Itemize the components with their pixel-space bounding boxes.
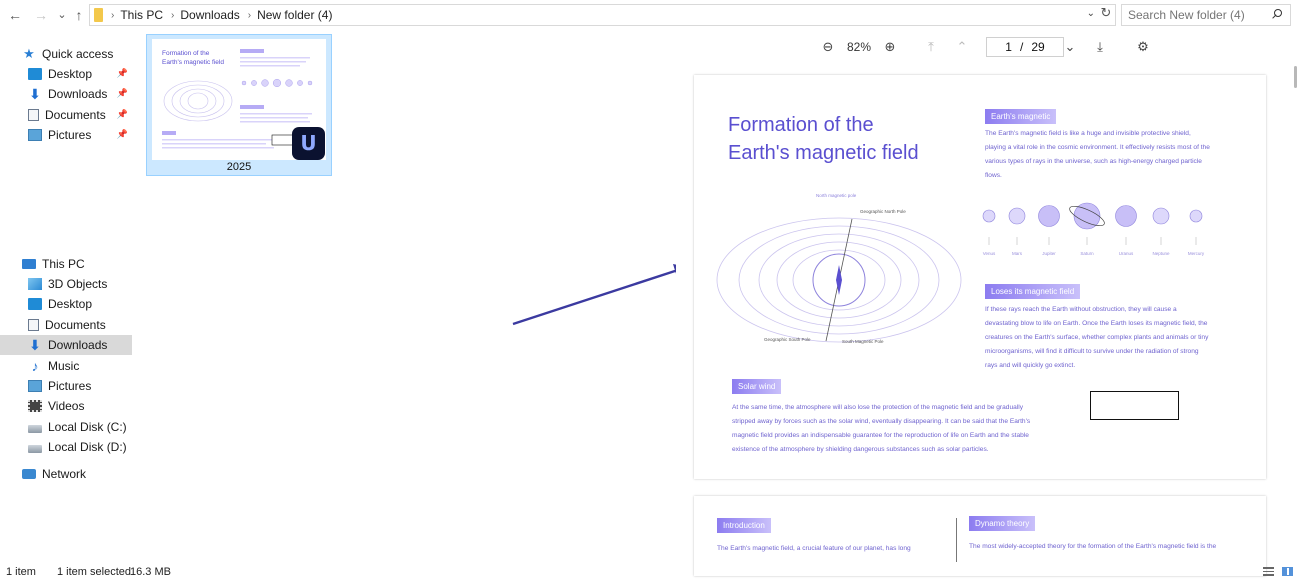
label-geo-south: Geographic South Pole <box>764 337 811 342</box>
label-south-magnetic: South Magnetic Pole <box>842 339 884 344</box>
empty-rectangle-annotation[interactable] <box>1090 391 1179 420</box>
planet-neptune-icon <box>1152 207 1170 225</box>
preview-scrollbar[interactable] <box>1290 64 1298 558</box>
zoom-out-button[interactable]: ⊖ <box>819 38 837 56</box>
current-page[interactable]: 1 <box>1005 40 1012 54</box>
label-geo-north: Geographic North Pole <box>860 209 906 214</box>
first-page-icon: ⤒ <box>928 39 934 54</box>
large-icons-view-icon[interactable] <box>1282 567 1293 576</box>
planet-label-neptune: Neptune <box>1152 251 1170 256</box>
para-earths-magnetic: The Earth's magnetic field is like a hug… <box>985 130 1210 179</box>
last-page-button[interactable]: ⤓ <box>1091 38 1109 56</box>
page-number-box[interactable]: 1 / 29 <box>986 37 1064 57</box>
settings-icon: ⚙ <box>1137 39 1149 54</box>
pdf-title-line1: Formation of the <box>728 114 874 136</box>
chevron-up-icon: ⌃ <box>956 39 968 54</box>
chevron-down-icon: ⌄ <box>1064 39 1076 54</box>
planet-mars-icon <box>1008 207 1026 225</box>
tag-introduction: Introduction <box>717 518 771 533</box>
tag-earths-magnetic: Earth's magnetic <box>985 109 1057 124</box>
planet-label-venus: Venus <box>983 251 996 256</box>
next-page-button[interactable]: ⌄ <box>1061 38 1079 56</box>
last-page-icon: ⤓ <box>1097 39 1103 54</box>
page-separator: / <box>1019 40 1024 54</box>
preview-settings-button[interactable]: ⚙ <box>1134 38 1152 56</box>
tag-loses-magnetic-field: Loses its magnetic field <box>985 284 1081 299</box>
planet-label-mars: Mars <box>1012 251 1023 256</box>
planet-label-saturn: Saturn <box>1080 251 1094 256</box>
details-view-icon[interactable] <box>1263 567 1274 576</box>
planet-jupiter-icon <box>1038 205 1060 227</box>
planet-uranus-icon <box>1115 205 1137 227</box>
pdf-title-line2: Earth's magnetic field <box>728 142 919 164</box>
tag-solar-wind: Solar wind <box>732 379 782 394</box>
preview-scrollbar-thumb[interactable] <box>1294 66 1297 88</box>
status-selection: 1 item selected <box>57 566 131 578</box>
planet-label-uranus: Uranus <box>1119 251 1134 256</box>
para-solar-wind: At the same time, the atmosphere will al… <box>732 404 1031 453</box>
para-dynamo-theory: The most widely-accepted theory for the … <box>969 543 1217 550</box>
status-size: 16.3 MB <box>130 566 171 578</box>
para-introduction: The Earth's magnetic field, a crucial fe… <box>717 545 911 552</box>
status-bar: 1 item 1 item selected 16.3 MB <box>0 563 1300 581</box>
magnetic-field-diagram: North magnetic pole Geographic North Pol… <box>716 193 962 344</box>
pdf-page-1: Formation of the Earth's magnetic field … <box>694 75 1266 479</box>
planets-row: Venus Mars Jupiter Saturn Uranus Neptune… <box>982 202 1205 256</box>
zoom-in-button[interactable]: ⊕ <box>881 38 899 56</box>
planet-label-mercury: Mercury <box>1188 251 1205 256</box>
status-item-count: 1 item <box>6 566 36 578</box>
planet-label-jupiter: Jupiter <box>1042 251 1056 256</box>
annotation-arrow-shaft <box>512 268 679 326</box>
zoom-level: 82% <box>846 40 872 54</box>
planet-mercury-icon <box>1189 209 1203 223</box>
zoom-in-icon: ⊕ <box>884 39 896 54</box>
zoom-out-icon: ⊖ <box>822 39 834 54</box>
column-divider <box>956 518 957 562</box>
total-pages: 29 <box>1031 40 1045 54</box>
tag-dynamo-theory: Dynamo theory <box>969 516 1036 531</box>
para-loses-magnetic-field: If these rays reach the Earth without ob… <box>985 306 1209 369</box>
previous-page-button[interactable]: ⌃ <box>953 38 971 56</box>
label-north-magnetic: North magnetic pole <box>816 193 857 198</box>
first-page-button[interactable]: ⤒ <box>922 38 940 56</box>
planet-venus-icon <box>982 209 996 223</box>
pdf-title: Formation of the Earth's magnetic field <box>728 111 948 167</box>
preview-pane: ⊖ 82% ⊕ ⤒ ⌃ 1 / 29 ⌄ ⤓ ⚙ Formation of th… <box>676 30 1300 576</box>
